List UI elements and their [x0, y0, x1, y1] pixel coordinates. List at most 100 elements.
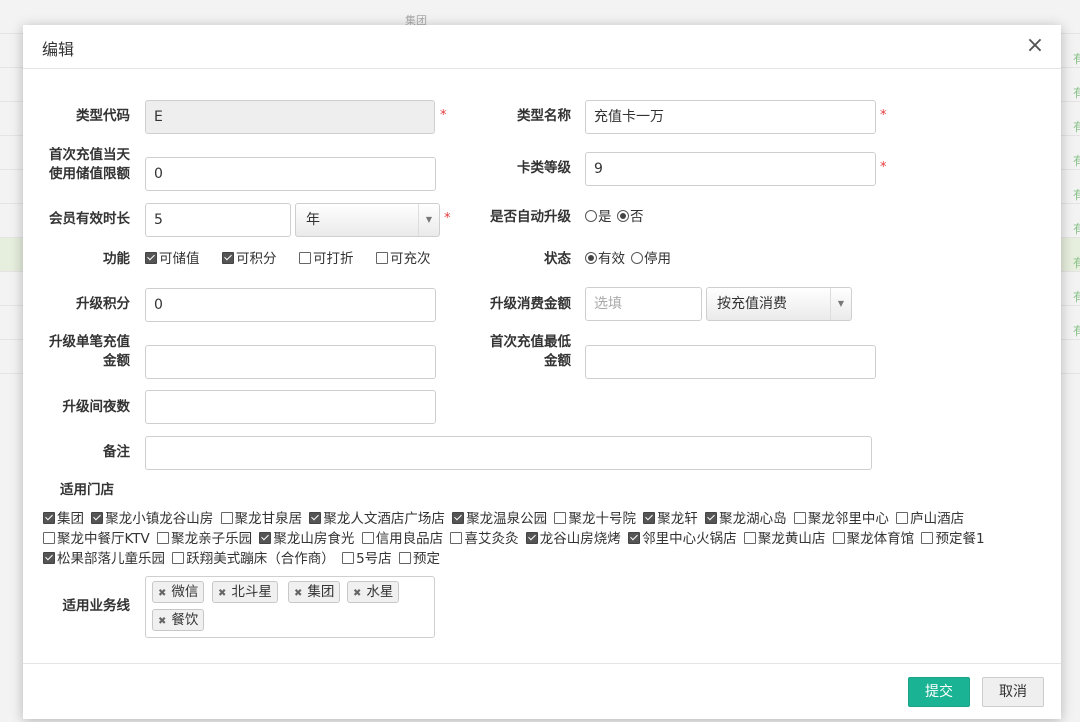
store-option[interactable]: 聚龙小镇龙谷山房: [91, 511, 213, 527]
close-icon[interactable]: ×: [1025, 34, 1045, 58]
tag[interactable]: ✖ 餐饮: [152, 609, 205, 631]
store-option[interactable]: 集团: [43, 511, 84, 527]
store-option[interactable]: 聚龙黄山店: [743, 531, 825, 547]
store-name: 松果部落儿童乐园: [57, 551, 165, 567]
store-name: 聚龙中餐厅KTV: [57, 531, 150, 547]
store-option[interactable]: 5号店: [342, 551, 392, 567]
chevron-down-icon: ▼: [830, 288, 851, 320]
tag[interactable]: ✖ 集团: [288, 581, 341, 603]
submit-button[interactable]: 提交: [908, 677, 970, 707]
status-disabled[interactable]: 停用: [631, 250, 671, 268]
upgrade-points-input[interactable]: 0: [145, 288, 436, 322]
validity-unit-value: 年: [306, 212, 320, 228]
feature-stored-value[interactable]: 可储值: [145, 250, 200, 268]
status-text: 有: [1073, 188, 1080, 202]
store-option[interactable]: 聚龙亲子乐园: [157, 531, 252, 547]
upgrade-spend-label: 升级消费金额: [490, 296, 571, 312]
stores-list: 集团 聚龙小镇龙谷山房 聚龙甘泉居 聚龙人文酒店广场店 聚龙温泉公园 聚龙十号院…: [43, 509, 1043, 569]
store-option[interactable]: 聚龙湖心岛: [705, 511, 787, 527]
status-text: 有: [1073, 86, 1080, 100]
store-name: 邻里中心火锅店: [642, 531, 737, 547]
store-option[interactable]: 聚龙人文酒店广场店: [309, 511, 445, 527]
store-option[interactable]: 松果部落儿童乐园: [43, 551, 165, 567]
store-name: 聚龙邻里中心: [807, 511, 889, 527]
store-option[interactable]: 聚龙山房食光: [259, 531, 354, 547]
store-option[interactable]: 邻里中心火锅店: [628, 531, 737, 547]
required-mark: *: [440, 108, 447, 123]
store-option[interactable]: 聚龙邻里中心: [793, 511, 889, 527]
option-label: 停用: [644, 251, 671, 267]
checkbox-icon: [376, 252, 388, 264]
store-name: 喜艾灸灸: [464, 531, 519, 547]
card-level-input[interactable]: 9: [585, 152, 876, 186]
type-name-input[interactable]: 充值卡一万: [585, 100, 876, 134]
first-recharge-min-label: 首次充值最低 金额: [471, 333, 571, 371]
required-mark: *: [880, 160, 887, 175]
checkbox-checked-icon: [43, 512, 55, 524]
checkbox-checked-icon: [643, 512, 656, 524]
member-validity-input[interactable]: 5: [145, 203, 291, 237]
checkbox-icon: [921, 532, 934, 544]
dialog-title: 编辑: [42, 40, 75, 59]
type-code-label: 类型代码: [76, 108, 130, 124]
auto-upgrade-no[interactable]: 否: [617, 208, 644, 226]
tag-label: 微信: [171, 584, 199, 600]
option-label: 可积分: [236, 251, 277, 267]
store-option[interactable]: 聚龙温泉公园: [452, 511, 547, 527]
option-label: 有效: [598, 251, 625, 267]
store-option[interactable]: 庐山酒店: [896, 511, 964, 527]
checkbox-checked-icon: [91, 512, 104, 524]
upgrade-nights-input[interactable]: [145, 390, 436, 424]
status-active[interactable]: 有效: [585, 250, 625, 268]
store-option[interactable]: 聚龙体育馆: [832, 531, 915, 547]
required-mark: *: [444, 211, 451, 226]
features-label: 功能: [103, 251, 130, 267]
checkbox-icon: [220, 512, 233, 524]
tag-label: 水星: [366, 584, 394, 600]
checkbox-checked-icon: [705, 512, 718, 524]
store-name: 聚龙湖心岛: [719, 511, 787, 527]
checkbox-checked-icon: [259, 532, 272, 544]
store-name: 聚龙体育馆: [846, 531, 915, 547]
feature-recharge-count[interactable]: 可充次: [376, 250, 431, 268]
auto-upgrade-yes[interactable]: 是: [585, 208, 612, 226]
store-option[interactable]: 喜艾灸灸: [450, 531, 518, 547]
cancel-button[interactable]: 取消: [982, 677, 1044, 707]
store-option[interactable]: 预定: [398, 551, 440, 567]
store-option[interactable]: 聚龙十号院: [554, 511, 636, 527]
remark-input[interactable]: [145, 436, 872, 470]
feature-discount[interactable]: 可打折: [299, 250, 354, 268]
remove-tag-icon[interactable]: ✖: [158, 616, 166, 627]
remove-tag-icon[interactable]: ✖: [218, 588, 226, 599]
tag[interactable]: ✖ 水星: [347, 581, 400, 603]
spend-mode-select[interactable]: 按充值消费 ▼: [706, 287, 852, 321]
store-option[interactable]: 信用良品店: [361, 531, 443, 547]
store-option[interactable]: 龙谷山房烧烤: [525, 531, 621, 547]
tag[interactable]: ✖ 北斗星: [212, 581, 278, 603]
tag[interactable]: ✖ 微信: [152, 581, 205, 603]
store-option[interactable]: 聚龙甘泉居: [220, 511, 302, 527]
store-option[interactable]: 预定餐1: [921, 531, 985, 547]
dialog-header: 编辑 ×: [23, 25, 1061, 69]
store-option[interactable]: 聚龙中餐厅KTV: [43, 531, 150, 547]
store-name: 跃翔美式蹦床（合作商）: [186, 551, 335, 567]
upgrade-single-recharge-label: 升级单笔充值 金额: [33, 333, 130, 371]
remove-tag-icon[interactable]: ✖: [158, 588, 166, 599]
business-lines-tagbox[interactable]: ✖ 微信 ✖ 北斗星 ✖ 集团 ✖ 水星 ✖ 餐饮: [145, 576, 435, 638]
checkbox-icon: [398, 552, 411, 564]
checkbox-icon: [43, 532, 55, 544]
validity-unit-select[interactable]: 年 ▼: [295, 203, 440, 237]
upgrade-spend-input[interactable]: 选填: [585, 287, 702, 321]
type-code-input[interactable]: E: [145, 100, 435, 134]
store-option[interactable]: 聚龙轩: [643, 511, 698, 527]
store-name: 聚龙温泉公园: [466, 511, 548, 527]
remove-tag-icon[interactable]: ✖: [353, 588, 361, 599]
upgrade-single-recharge-input[interactable]: [145, 345, 436, 379]
card-level-label: 卡类等级: [517, 160, 571, 176]
first-recharge-limit-input[interactable]: 0: [145, 157, 436, 191]
store-option[interactable]: 跃翔美式蹦床（合作商）: [172, 551, 335, 567]
feature-points[interactable]: 可积分: [222, 250, 277, 268]
first-recharge-min-input[interactable]: [585, 345, 876, 379]
checkbox-icon: [793, 512, 806, 524]
remove-tag-icon[interactable]: ✖: [294, 588, 302, 599]
